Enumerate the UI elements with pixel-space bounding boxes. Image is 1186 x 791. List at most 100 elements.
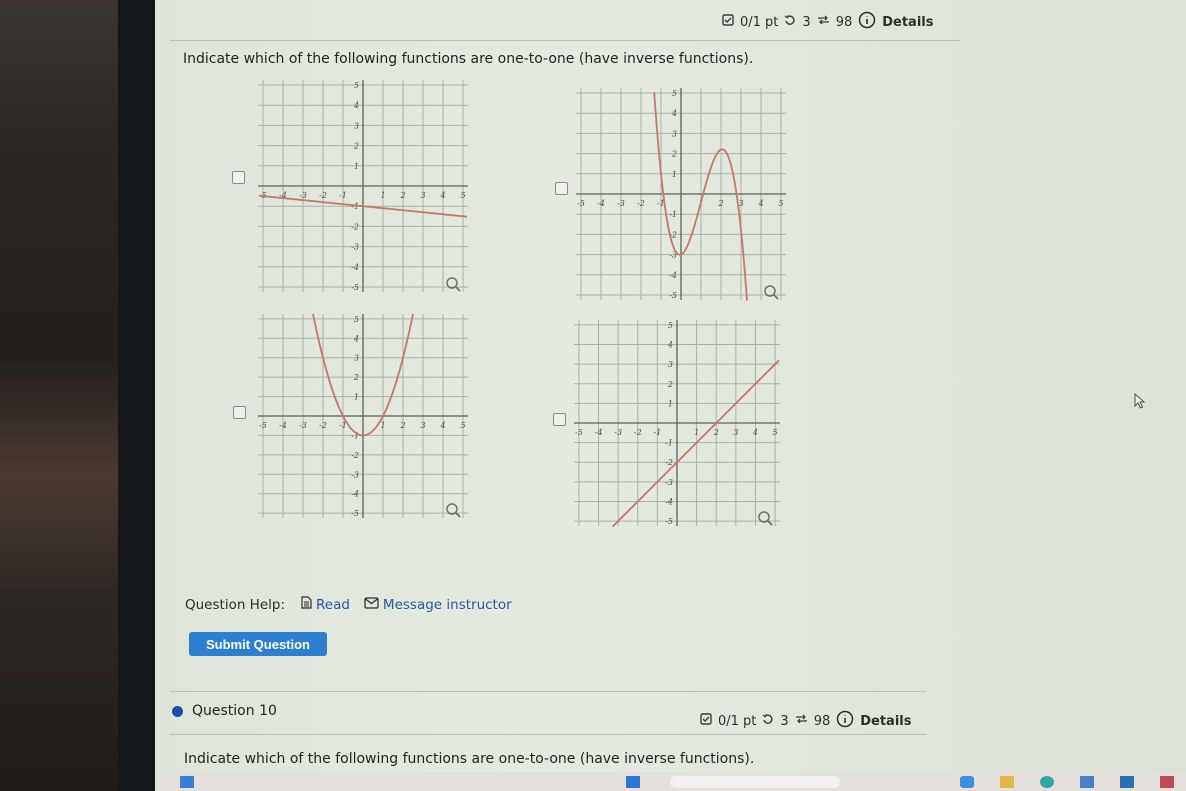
- graph-4: -5 -4 -3 -2 -1 1 2 3 4 5 5 4 3 2 1 -1 -2 -3 -4 -5: [574, 320, 780, 528]
- x-tick-label: 5: [778, 199, 783, 208]
- app-icon[interactable]: [1120, 776, 1134, 788]
- browser-icon[interactable]: [1040, 776, 1054, 788]
- y-tick-label: 2: [667, 380, 673, 389]
- graph-1-checkbox[interactable]: [232, 171, 245, 184]
- y-tick-label: 2: [353, 142, 359, 151]
- details-link[interactable]: Details: [882, 15, 933, 30]
- x-tick-label: 1: [694, 428, 699, 437]
- attempts-icon: [817, 14, 830, 30]
- y-tick-label: 4: [671, 109, 677, 118]
- y-tick-label: 4: [353, 101, 359, 110]
- graph-3: -5 -4 -3 -2 -1 1 2 3 4 554321-1-2-3-4-5: [258, 313, 468, 518]
- y-tick-label: 5: [672, 89, 677, 98]
- widgets-icon[interactable]: [180, 776, 194, 788]
- y-tick-label: 4: [667, 341, 673, 350]
- y-tick-label: 2: [353, 373, 359, 382]
- y-tick-label: -5: [351, 509, 359, 518]
- question9-prompt: Indicate which of the following function…: [183, 51, 754, 67]
- y-tick-label: 5: [354, 81, 359, 90]
- graph-1: -5 -4 -3 -2 -1 1 2 3 4 554321-1-2-3-4-5: [258, 80, 468, 292]
- graph-3-checkbox[interactable]: [233, 406, 246, 419]
- divider: [170, 40, 960, 41]
- y-tick-label: 4: [353, 334, 359, 343]
- y-tick-label: 2: [671, 150, 677, 159]
- x-tick-label: 3: [733, 428, 738, 437]
- y-tick-label: -4: [351, 490, 359, 499]
- x-tick-label: 1: [380, 191, 385, 200]
- x-tick-label: -1: [653, 428, 661, 437]
- y-tick-label: -2: [351, 222, 359, 231]
- x-tick-label: 4: [757, 199, 763, 208]
- submit-question-button[interactable]: Submit Question: [189, 632, 327, 656]
- folder-icon[interactable]: [1000, 776, 1014, 788]
- x-tick-label: 4: [439, 191, 445, 200]
- x-tick-label: -4: [279, 421, 287, 430]
- y-tick-label: 3: [672, 129, 677, 138]
- y-tick-label: 3: [668, 360, 673, 369]
- y-tick-label: -2: [351, 451, 359, 460]
- y-tick-label: -1: [665, 439, 673, 448]
- search-box[interactable]: [670, 776, 840, 788]
- x-tick-label: 4: [752, 428, 758, 437]
- question10-prompt: Indicate which of the following function…: [184, 751, 755, 767]
- y-tick-label: -1: [669, 210, 677, 219]
- mail-icon[interactable]: [1160, 776, 1174, 788]
- app-icon[interactable]: [960, 776, 974, 788]
- zoom-magnifier-icon[interactable]: [446, 277, 461, 292]
- x-tick-label: 3: [738, 199, 743, 208]
- info-icon[interactable]: [836, 710, 854, 732]
- y-tick-label: -4: [351, 263, 359, 272]
- y-tick-label: -1: [351, 202, 359, 211]
- x-tick-label: 3: [420, 421, 425, 430]
- message-instructor-link[interactable]: Message instructor: [364, 597, 512, 613]
- start-icon[interactable]: [626, 776, 640, 788]
- x-tick-label: 1: [380, 421, 385, 430]
- x-tick-label: -2: [637, 199, 645, 208]
- x-tick-label: -3: [617, 199, 625, 208]
- checkbox-score-icon: [722, 14, 734, 30]
- x-tick-label: -3: [299, 421, 307, 430]
- y-tick-label: -2: [665, 458, 673, 467]
- y-tick-label: 1: [672, 170, 677, 179]
- read-label[interactable]: Read: [316, 597, 350, 613]
- question-status-dot: [172, 706, 183, 717]
- read-link[interactable]: Read: [301, 596, 350, 613]
- y-tick-label: -5: [669, 291, 677, 300]
- checkbox-score-icon: [700, 713, 712, 729]
- y-tick-label: -4: [665, 497, 673, 506]
- store-icon[interactable]: [1080, 776, 1094, 788]
- y-tick-label: -4: [669, 271, 677, 280]
- x-tick-label: 5: [460, 191, 465, 200]
- retry-icon: [762, 713, 774, 729]
- y-tick-label: 3: [354, 121, 359, 130]
- document-icon: [301, 596, 312, 613]
- question10-meta: 0/1 pt 3 98 Details: [700, 710, 911, 732]
- x-tick-label: 2: [399, 421, 405, 430]
- question9-meta: 0/1 pt 3 98 Details: [722, 11, 933, 33]
- y-tick-label: -5: [665, 517, 673, 526]
- x-tick-label: 3: [420, 191, 425, 200]
- details-link[interactable]: Details: [860, 714, 911, 729]
- graph-4-checkbox[interactable]: [553, 413, 566, 426]
- zoom-magnifier-icon[interactable]: [446, 503, 461, 518]
- x-tick-label: -2: [634, 428, 642, 437]
- y-tick-label: -5: [351, 283, 359, 292]
- attempts-count: 98: [835, 14, 853, 30]
- x-tick-label: 2: [713, 428, 719, 437]
- retry-icon: [784, 14, 796, 30]
- y-tick-label: -3: [351, 243, 359, 252]
- question10-title: Question 10: [192, 703, 277, 719]
- score: 0/1 pt: [740, 14, 779, 30]
- x-tick-label: -4: [597, 199, 605, 208]
- zoom-magnifier-icon[interactable]: [758, 511, 773, 526]
- zoom-magnifier-icon[interactable]: [764, 285, 779, 300]
- question-help-label: Question Help:: [185, 596, 285, 613]
- graph-2-checkbox[interactable]: [555, 182, 568, 195]
- monitor-bezel-edge: [118, 0, 158, 791]
- message-instructor-label[interactable]: Message instructor: [383, 597, 512, 613]
- y-tick-label: 5: [354, 315, 359, 324]
- taskbar: [160, 772, 1186, 791]
- info-icon[interactable]: [858, 11, 876, 33]
- x-tick-label: 5: [460, 421, 465, 430]
- x-tick-label: 5: [773, 428, 778, 437]
